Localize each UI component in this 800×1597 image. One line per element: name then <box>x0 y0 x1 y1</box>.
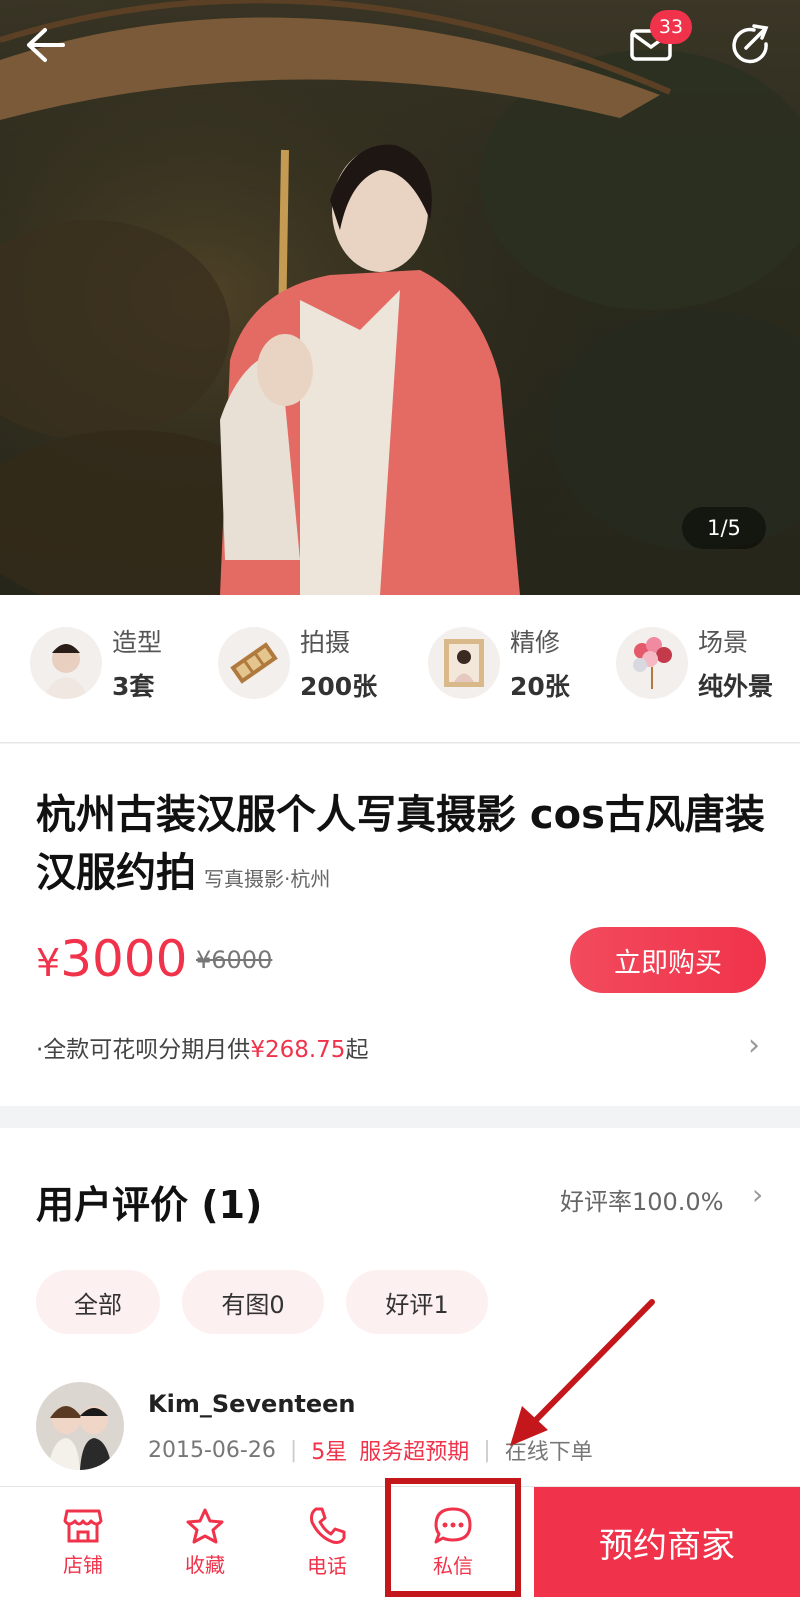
hero-photo <box>0 0 800 595</box>
review-rating: 5星 <box>311 1440 348 1465</box>
chat-icon <box>434 1507 472 1544</box>
tab-favorite[interactable]: 收藏 <box>150 1487 260 1597</box>
feature-label: 场景 <box>698 628 749 657</box>
good-rate-link[interactable]: 好评率100.0% <box>560 1182 724 1217</box>
review-source: 在线下单 <box>504 1440 593 1465</box>
tab-label: 收藏 <box>185 1553 225 1577</box>
feature-shooting: 拍摄 200张 <box>218 623 377 703</box>
currency-symbol: ¥ <box>36 941 61 985</box>
tab-label: 店铺 <box>63 1553 103 1577</box>
product-title-text: 杭州古装汉服个人写真摄影 cos古风唐装汉服约拍 <box>36 792 765 896</box>
filter-all[interactable]: 全部 <box>36 1270 160 1334</box>
review-meta: 2015-06-26 | 5星 服务超预期 | 在线下单 <box>148 1434 593 1466</box>
installment-info[interactable]: ·全款可花呗分期月供¥268.75起 <box>36 1030 368 1064</box>
feature-value: 3套 <box>112 672 155 701</box>
installment-amount: ¥268.75 <box>250 1037 346 1063</box>
price-value: 3000 <box>60 930 188 988</box>
tab-phone[interactable]: 电话 <box>272 1487 382 1597</box>
hero-image[interactable]: 33 1/5 <box>0 0 800 595</box>
mail-badge: 33 <box>650 10 692 44</box>
package-features: 造型 3套 拍摄 200张 精修 20张 场景 纯外景 <box>0 595 800 743</box>
back-button[interactable] <box>20 20 70 70</box>
feature-label: 精修 <box>510 628 561 657</box>
back-arrow-icon <box>27 28 65 62</box>
product-title: 杭州古装汉服个人写真摄影 cos古风唐装汉服约拍 写真摄影·杭州 <box>36 786 776 908</box>
current-price: ¥3000 <box>36 930 187 988</box>
feature-styling: 造型 3套 <box>30 623 162 703</box>
feature-value: 200张 <box>300 672 378 701</box>
film-icon <box>218 627 290 699</box>
feature-label: 拍摄 <box>300 628 351 657</box>
buy-now-button[interactable]: 立即购买 <box>570 927 766 993</box>
divider: | <box>483 1437 491 1463</box>
user-reviews: 用户评价 (1) 好评率100.0% › 全部 有图0 好评1 Kim_Seve… <box>0 1128 800 1488</box>
share-icon <box>732 24 769 64</box>
filter-with-images[interactable]: 有图0 <box>182 1270 324 1334</box>
feature-retouch: 精修 20张 <box>428 623 570 703</box>
review-comment: 服务超预期 <box>359 1440 470 1465</box>
chevron-right-icon[interactable]: › <box>748 1028 760 1063</box>
photo-frame-icon <box>428 627 500 699</box>
feature-label: 造型 <box>112 628 163 657</box>
tab-label: 电话 <box>307 1554 347 1578</box>
makeup-icon <box>30 627 102 699</box>
share-button[interactable] <box>726 20 776 70</box>
phone-icon <box>310 1507 346 1544</box>
tab-label: 私信 <box>433 1554 473 1578</box>
feature-value: 20张 <box>510 672 570 701</box>
filter-good[interactable]: 好评1 <box>346 1270 488 1334</box>
balloons-icon <box>616 627 688 699</box>
chevron-right-icon[interactable]: › <box>752 1178 763 1211</box>
bottom-action-bar: 店铺 收藏 电话 私信 预约商家 <box>0 1486 800 1597</box>
image-counter: 1/5 <box>682 507 766 549</box>
original-price: ¥6000 <box>196 946 273 974</box>
product-info: 杭州古装汉服个人写真摄影 cos古风唐装汉服约拍 写真摄影·杭州 ¥3000 ¥6… <box>0 744 800 1106</box>
reviewer-name: Kim_Seventeen <box>148 1390 356 1418</box>
tab-message[interactable]: 私信 <box>398 1487 508 1597</box>
tab-store[interactable]: 店铺 <box>28 1487 138 1597</box>
store-icon <box>63 1509 103 1543</box>
installment-prefix: ·全款可花呗分期月供 <box>36 1037 251 1063</box>
review-date: 2015-06-26 <box>148 1437 276 1463</box>
installment-suffix: 起 <box>345 1037 369 1063</box>
reserve-merchant-button[interactable]: 预约商家 <box>534 1487 800 1597</box>
product-category: 写真摄影·杭州 <box>204 867 331 891</box>
feature-scene: 场景 纯外景 <box>616 623 773 703</box>
divider: | <box>289 1437 298 1463</box>
star-icon <box>186 1508 224 1544</box>
reviews-title: 用户评价 (1) <box>36 1183 263 1227</box>
feature-value: 纯外景 <box>698 672 774 701</box>
avatar[interactable] <box>36 1382 124 1470</box>
